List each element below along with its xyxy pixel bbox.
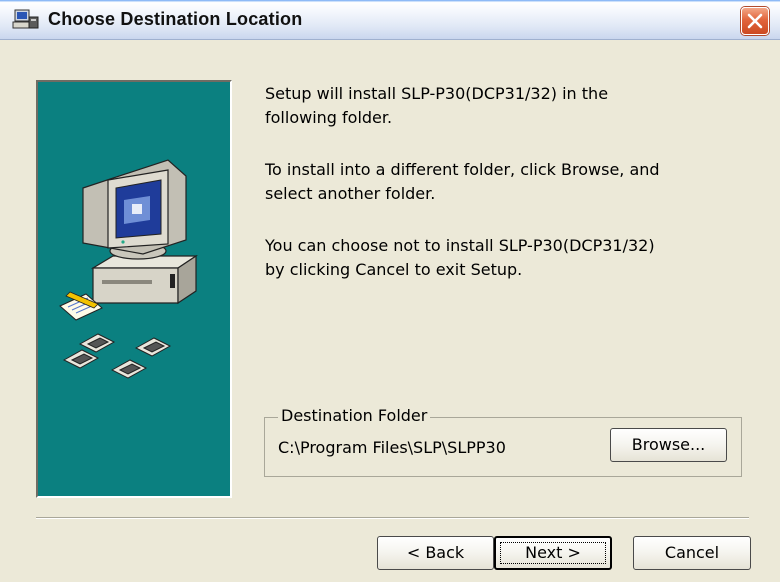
computer-with-disks-illustration — [59, 159, 198, 379]
side-panel — [36, 80, 232, 498]
close-button[interactable] — [741, 7, 769, 35]
installer-icon — [12, 8, 40, 32]
title-bar[interactable]: Choose Destination Location — [0, 0, 780, 40]
next-button[interactable]: Next > — [494, 536, 612, 570]
window-title: Choose Destination Location — [48, 9, 303, 29]
browse-instruction-message: To install into a different folder, clic… — [265, 160, 660, 203]
divider — [36, 517, 749, 519]
destination-folder-label: Destination Folder — [278, 406, 431, 426]
cancel-button-label: Cancel — [664, 543, 720, 562]
installer-dialog: Choose Destination Location Setup will i… — [0, 0, 780, 582]
back-button-label: < Back — [406, 543, 465, 562]
back-button[interactable]: < Back — [377, 536, 494, 570]
cancel-button[interactable]: Cancel — [633, 536, 751, 570]
close-icon — [747, 13, 763, 29]
focus-rect — [500, 542, 606, 564]
browse-button-label: Browse... — [631, 435, 706, 454]
destination-path: C:\Program Files\SLP\SLPP30 — [278, 438, 506, 457]
install-target-message: Setup will install SLP-P30(DCP31/32) in … — [265, 84, 609, 127]
cancel-instruction-message: You can choose not to install SLP-P30(DC… — [265, 236, 655, 279]
browse-button[interactable]: Browse... — [610, 428, 727, 462]
